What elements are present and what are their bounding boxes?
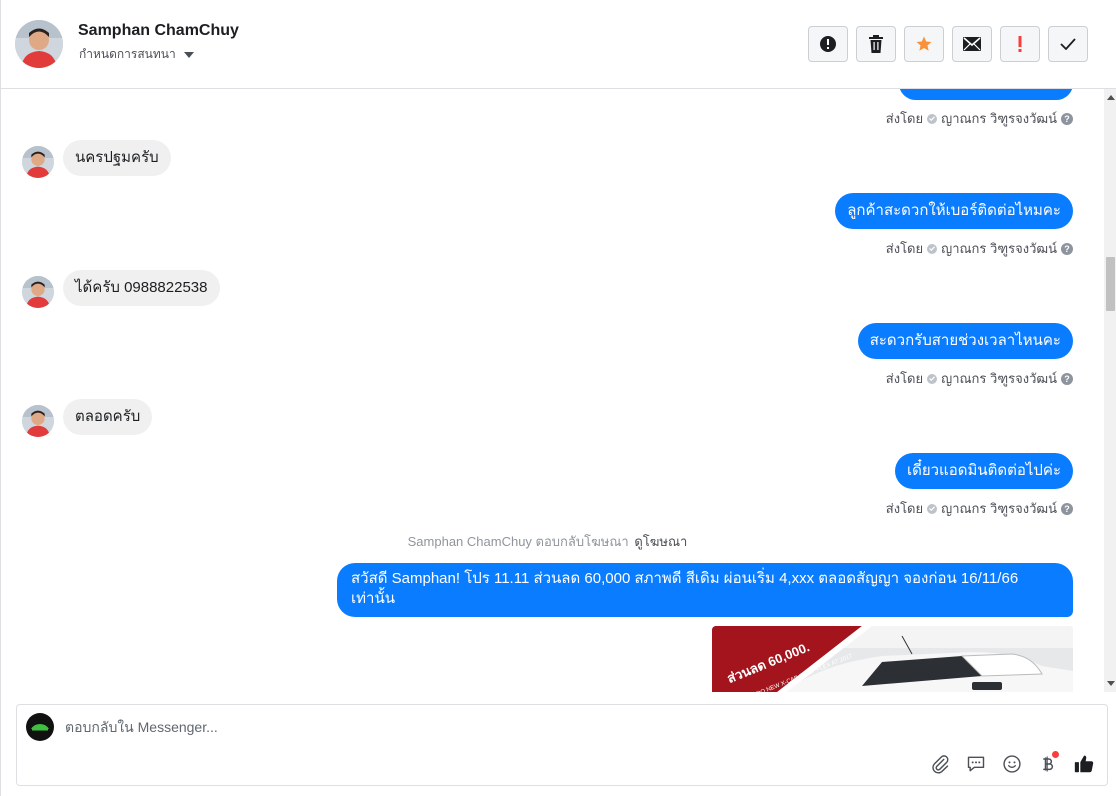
alert-circle-icon: [820, 36, 836, 52]
conversation-settings-dropdown[interactable]: กำหนดการสนทนา: [79, 45, 194, 64]
scroll-down-arrow[interactable]: [1107, 681, 1115, 686]
agent-name[interactable]: ญาณกร วิฑูรจงวัฒน์: [941, 498, 1057, 519]
scrollbar-thumb[interactable]: [1106, 257, 1115, 311]
incoming-message: ตลอดครับ: [63, 399, 153, 435]
attach-button[interactable]: [929, 753, 951, 775]
agent-name[interactable]: ญาณกร วิฑูรจงวัฒน์: [941, 368, 1057, 389]
help-icon[interactable]: ?: [1061, 372, 1073, 385]
thread-toolbar: [808, 26, 1088, 62]
sent-by-row: ส่งโดย ญาณกร วิฑูรจงวัฒน์ ?: [886, 108, 1073, 129]
ad-message-bubble: สวัสดี Samphan! โปร 11.11 ส่วนลด 60,000 …: [337, 563, 1073, 617]
customer-name[interactable]: Samphan ChamChuy: [78, 22, 239, 40]
help-icon[interactable]: ?: [1061, 502, 1073, 515]
star-button[interactable]: [904, 26, 944, 62]
sent-by-row: ส่งโดย ญาณกร วิฑูรจงวัฒน์ ?: [886, 498, 1073, 519]
ad-image[interactable]: ส่วนลด 60,000. COLORADO NEW X-CAB 2.5 LT…: [712, 626, 1073, 692]
view-ad-link[interactable]: ดูโฆษณา: [634, 534, 687, 549]
message-list[interactable]: ส่งโดย ญาณกร วิฑูรจงวัฒน์ ? นครปฐมครับ ล…: [1, 89, 1104, 692]
payment-button[interactable]: [1037, 751, 1059, 775]
reply-composer: [16, 704, 1108, 786]
mark-unread-button[interactable]: [952, 26, 992, 62]
message-list-scrollbar[interactable]: [1104, 89, 1116, 692]
outgoing-message: ลูกค้าสะดวกให้เบอร์ติดต่อไหมคะ: [835, 193, 1073, 229]
avatar: [22, 276, 54, 308]
notification-dot: [1052, 751, 1059, 758]
agent-name[interactable]: ญาณกร วิฑูรจงวัฒน์: [941, 238, 1057, 259]
emoji-button[interactable]: [1001, 753, 1023, 775]
outgoing-message: สะดวกรับสายช่วงเวลาไหนคะ: [857, 323, 1073, 359]
chat-bubble-icon: [967, 756, 985, 772]
avatar: [22, 405, 54, 437]
previous-outgoing-bubble: [899, 89, 1073, 100]
page-avatar: [26, 713, 54, 741]
mark-done-button[interactable]: [1048, 26, 1088, 62]
scroll-up-arrow[interactable]: [1107, 95, 1115, 100]
ad-reply-text: Samphan ChamChuy ตอบกลับโฆษณา: [407, 534, 629, 549]
customer-avatar[interactable]: [15, 20, 63, 68]
sent-check-icon: [927, 503, 938, 514]
envelope-icon: [963, 37, 981, 51]
avatar: [22, 146, 54, 178]
thumbs-up-icon: [1074, 755, 1094, 773]
conversation-settings-label: กำหนดการสนทนา: [79, 47, 176, 61]
star-icon: [916, 36, 932, 51]
like-button[interactable]: [1073, 753, 1095, 775]
ad-reply-notice: Samphan ChamChuy ตอบกลับโฆษณา ดูโฆษณา: [1, 531, 1094, 552]
messenger-inbox-thread: Samphan ChamChuy กำหนดการสนทนา ส่งโดย ญา…: [0, 0, 1116, 796]
message-input[interactable]: [65, 717, 965, 737]
follow-up-button[interactable]: [1000, 26, 1040, 62]
sent-by-label: ส่งโดย: [885, 111, 924, 126]
help-icon[interactable]: ?: [1061, 242, 1073, 255]
sent-by-row: ส่งโดย ญาณกร วิฑูรจงวัฒน์ ?: [886, 238, 1073, 259]
sent-by-label: ส่งโดย: [885, 371, 924, 386]
saved-replies-button[interactable]: [965, 753, 987, 775]
trash-icon: [869, 35, 883, 53]
spam-button[interactable]: [808, 26, 848, 62]
sent-by-row: ส่งโดย ญาณกร วิฑูรจงวัฒน์ ?: [886, 368, 1073, 389]
composer-actions: [929, 751, 1095, 775]
help-icon[interactable]: ?: [1061, 112, 1073, 125]
caret-down-icon: [183, 51, 194, 58]
sent-check-icon: [927, 243, 938, 254]
sent-by-label: ส่งโดย: [885, 501, 924, 516]
smiley-icon: [1003, 755, 1021, 773]
sent-check-icon: [927, 113, 938, 124]
checkmark-icon: [1060, 38, 1076, 50]
thread-header: Samphan ChamChuy กำหนดการสนทนา: [1, 0, 1116, 89]
incoming-message: นครปฐมครับ: [63, 140, 171, 176]
paperclip-icon: [932, 755, 949, 774]
exclamation-icon: [1018, 36, 1022, 52]
outgoing-message: เดี๋ยวแอดมินติดต่อไปค่ะ: [894, 453, 1073, 489]
sent-by-label: ส่งโดย: [885, 241, 924, 256]
incoming-message: ได้ครับ 0988822538: [63, 270, 220, 306]
agent-name[interactable]: ญาณกร วิฑูรจงวัฒน์: [941, 108, 1057, 129]
delete-button[interactable]: [856, 26, 896, 62]
sent-check-icon: [927, 373, 938, 384]
